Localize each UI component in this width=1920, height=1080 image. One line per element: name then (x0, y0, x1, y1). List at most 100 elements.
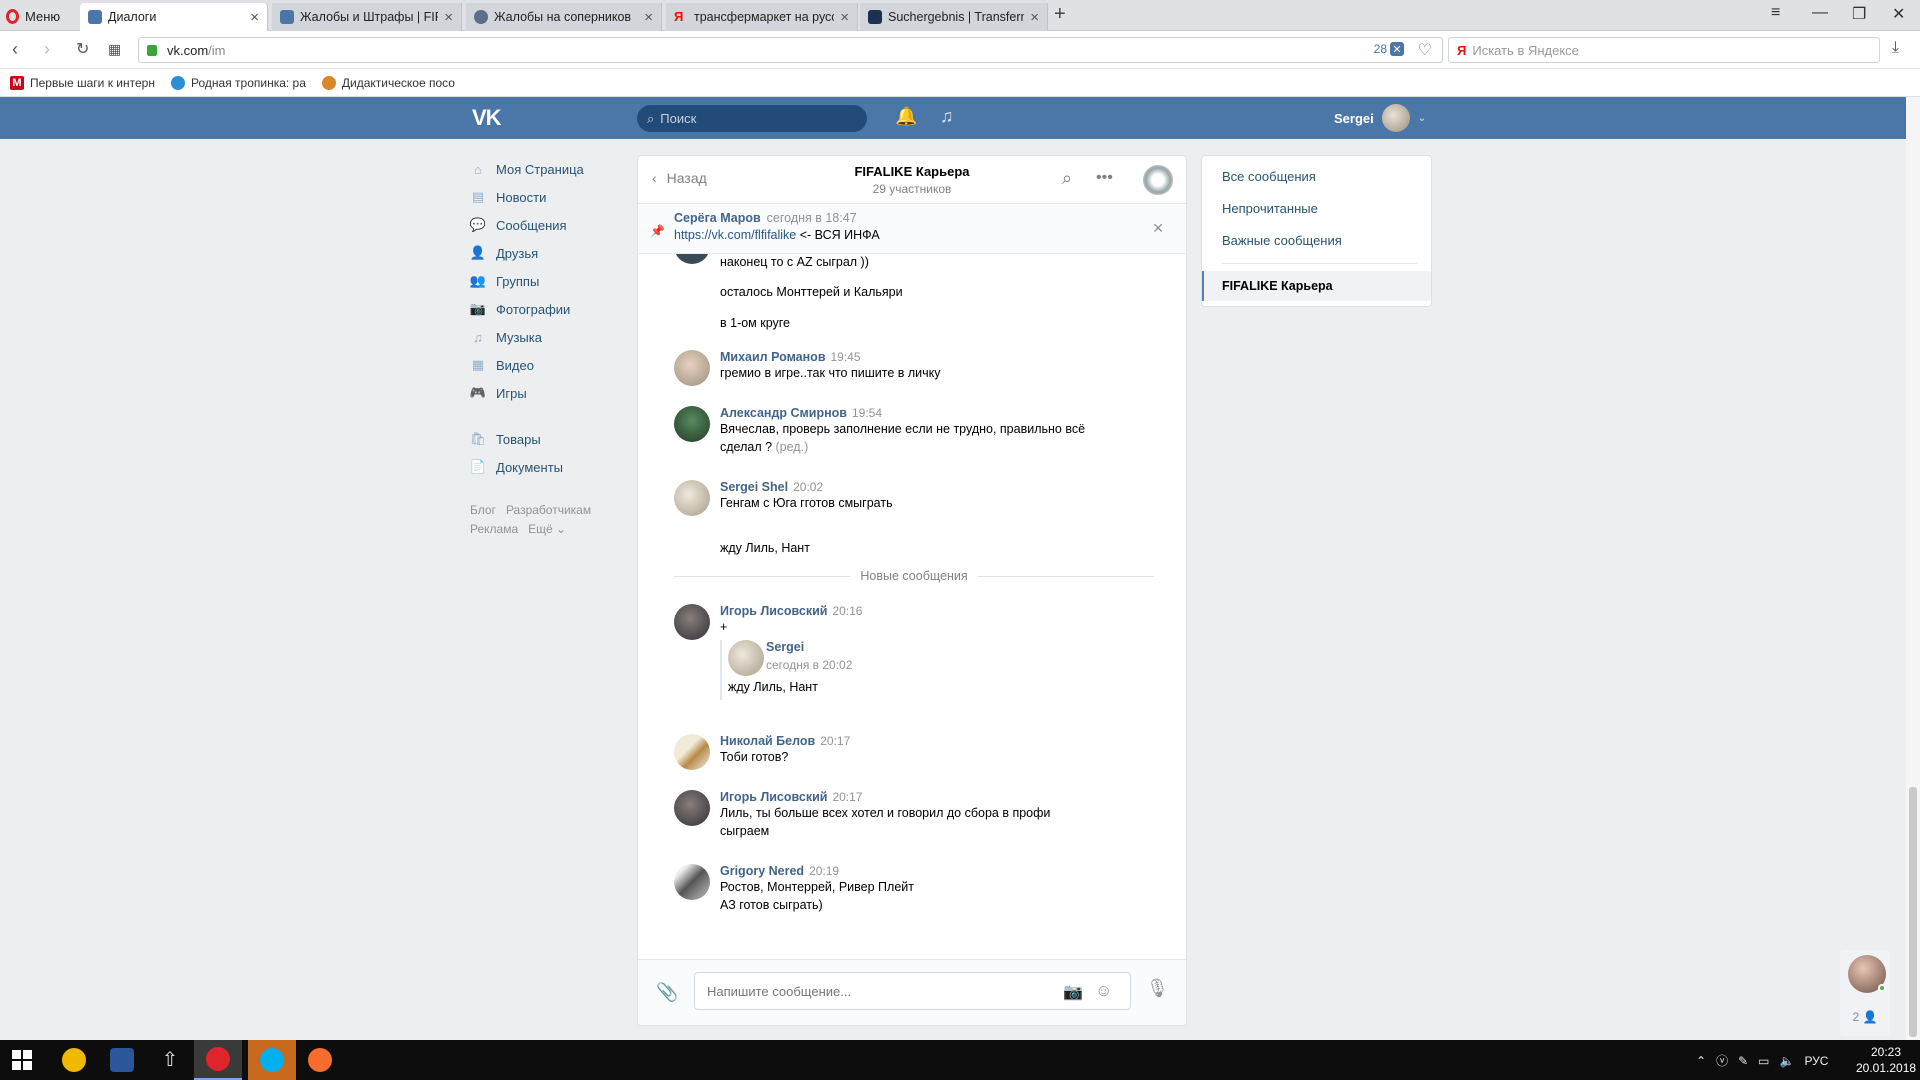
tab-opponents[interactable]: Жалобы на соперников × (466, 3, 662, 31)
filter-important[interactable]: Важные сообщения (1222, 233, 1342, 248)
taskbar-app-icon[interactable] (50, 1040, 98, 1080)
tab-transfermarkt[interactable]: Suchergebnis | Transfermarkt × (860, 3, 1048, 31)
pen-icon[interactable]: ✎ (1738, 1054, 1748, 1068)
taskbar-skype-icon[interactable] (248, 1040, 296, 1080)
bookmark-item[interactable]: Родная тропинка: ра (171, 75, 306, 90)
author-name[interactable]: Игорь Лисовский (720, 604, 827, 618)
menu-item-music[interactable]: ♫ Музыка (470, 323, 620, 351)
taskbar-clock[interactable]: 20:23 20.01.2018 (1856, 1044, 1916, 1076)
pinned-author-name[interactable]: Серёга Маров (674, 211, 761, 225)
windows-start-icon[interactable] (12, 1050, 32, 1070)
footer-link-dev[interactable]: Разработчикам (506, 503, 591, 517)
pinned-message[interactable]: 📌 Серёга Маров сегодня в 18:47 https://vk… (638, 204, 1186, 254)
back-arrow-icon[interactable]: ‹ (12, 39, 18, 60)
forwarded-message[interactable]: Sergei сегодня в 20:02 жду Лиль, Нант (720, 640, 1020, 700)
avatar[interactable] (674, 406, 710, 442)
minimize-button[interactable]: — (1812, 4, 1828, 22)
speed-dial-icon[interactable]: ▦ (108, 41, 121, 58)
download-icon[interactable]: ⤓ (1892, 39, 1899, 57)
vk-tray-icon[interactable]: ⓥ (1716, 1052, 1728, 1069)
filter-unread[interactable]: Непрочитанные (1222, 201, 1318, 216)
tab-close-icon[interactable]: × (840, 9, 849, 26)
tab-complaints[interactable]: Жалобы и Штрафы | FIFALIKE × (272, 3, 462, 31)
notifications-bell-icon[interactable]: 🔔 (895, 106, 917, 127)
avatar[interactable] (674, 604, 710, 640)
menu-item-groups[interactable]: 👥 Группы (470, 267, 620, 295)
menu-item-video[interactable]: ▦ Видео (470, 351, 620, 379)
taskbar-opera-icon[interactable] (194, 1040, 242, 1080)
bookmark-item[interactable]: M Первые шаги к интернету (10, 75, 155, 90)
attach-paperclip-icon[interactable]: 📎 (656, 982, 678, 1003)
menu-item-friends[interactable]: 👤 Друзья (470, 239, 620, 267)
microphone-icon[interactable]: 🎙 (1146, 978, 1169, 999)
tab-yandex-search[interactable]: Я трансфермаркет на русском × (666, 3, 858, 31)
author-name[interactable]: Николай Белов (720, 734, 815, 748)
volume-icon[interactable]: 🔈 (1779, 1054, 1794, 1068)
url-bar[interactable]: vk.com/im 28 ✕ ♡ (138, 37, 1443, 63)
avatar[interactable] (674, 864, 710, 900)
message-input[interactable]: Напишите сообщение... 📷 ☺ (694, 972, 1131, 1010)
tab-close-icon[interactable]: × (250, 9, 259, 26)
taskbar-origin-icon[interactable] (296, 1040, 344, 1080)
pinned-link[interactable]: https://vk.com/flfifalike (674, 228, 796, 242)
yandex-search-input[interactable]: Я Искать в Яндексе (1448, 37, 1880, 63)
forwarded-author[interactable]: Sergei (766, 640, 804, 654)
online-count[interactable]: 2 👤 (1840, 1010, 1890, 1024)
scrollbar-thumb[interactable] (1909, 787, 1917, 1037)
page-scrollbar[interactable] (1906, 97, 1920, 1040)
new-tab-button[interactable]: + (1054, 3, 1066, 26)
reload-icon[interactable]: ↻ (76, 39, 89, 59)
author-name[interactable]: Александр Смирнов (720, 406, 847, 420)
footer-link-more[interactable]: Ещё ⌄ (528, 522, 566, 536)
opera-menu-button[interactable]: Меню (6, 5, 60, 27)
avatar[interactable] (674, 734, 710, 770)
filter-all-messages[interactable]: Все сообщения (1222, 169, 1316, 184)
menu-item-news[interactable]: ▤ Новости (470, 183, 620, 211)
taskbar-word-icon[interactable] (98, 1040, 146, 1080)
author-name[interactable]: Sergei Shel (720, 480, 788, 494)
avatar[interactable] (674, 480, 710, 516)
footer-link-ads[interactable]: Реклама (470, 522, 518, 536)
author-name[interactable]: Игорь Лисовский (720, 790, 827, 804)
friends-online-widget[interactable]: 2 👤 (1840, 950, 1890, 1036)
adblock-counter[interactable]: 28 ✕ (1374, 42, 1404, 56)
tab-menu-icon[interactable]: ≡ (1771, 4, 1780, 22)
active-dialog-item[interactable]: FIFALIKE Карьера (1202, 271, 1431, 301)
taskbar-upload-icon[interactable]: ⇧ (146, 1040, 194, 1080)
network-icon[interactable]: ▭ (1758, 1054, 1769, 1068)
author-name[interactable]: Михаил Романов (720, 350, 826, 364)
menu-item-messages[interactable]: 💬 Сообщения (470, 211, 620, 239)
bookmark-item[interactable]: Дидактическое посо (321, 75, 455, 90)
forward-arrow-icon[interactable]: › (44, 39, 50, 60)
avatar[interactable] (728, 640, 764, 676)
footer-link-blog[interactable]: Блог (470, 503, 496, 517)
menu-item-documents[interactable]: 📄 Документы (470, 453, 620, 481)
emoji-icon[interactable]: ☺ (1095, 981, 1112, 1001)
tab-dialogs[interactable]: Диалоги × (80, 3, 268, 31)
avatar[interactable] (674, 254, 710, 264)
close-icon[interactable]: ✕ (1152, 220, 1164, 237)
input-language[interactable]: РУС (1804, 1054, 1828, 1068)
tab-close-icon[interactable]: × (1030, 9, 1039, 26)
bookmark-heart-icon[interactable]: ♡ (1418, 40, 1432, 60)
tab-close-icon[interactable]: × (644, 9, 653, 26)
vk-search-input[interactable]: ⌕ Поиск (637, 105, 867, 132)
tab-close-icon[interactable]: × (444, 9, 453, 26)
close-window-button[interactable]: ✕ (1892, 4, 1905, 24)
avatar[interactable] (674, 790, 710, 826)
camera-icon[interactable]: 📷 (1063, 982, 1083, 1002)
user-menu[interactable]: Sergei ⌄ (1334, 104, 1426, 132)
avatar[interactable] (674, 350, 710, 386)
restore-button[interactable]: ❐ (1852, 4, 1866, 24)
chat-avatar[interactable] (1143, 165, 1173, 195)
vk-logo-icon[interactable]: VK (472, 105, 506, 131)
search-icon[interactable]: ⌕ (1062, 168, 1072, 189)
author-name[interactable]: Grigory Nered (720, 864, 804, 878)
chevron-up-icon[interactable]: ⌃ (1696, 1054, 1706, 1068)
more-options-icon[interactable]: ••• (1096, 169, 1113, 187)
music-player-icon[interactable]: ♫ (940, 106, 954, 127)
menu-item-games[interactable]: 🎮 Игры (470, 379, 620, 407)
menu-item-my-page[interactable]: ⌂ Моя Страница (470, 155, 620, 183)
menu-item-goods[interactable]: 🛍 Товары (470, 425, 620, 453)
menu-item-photos[interactable]: 📷 Фотографии (470, 295, 620, 323)
